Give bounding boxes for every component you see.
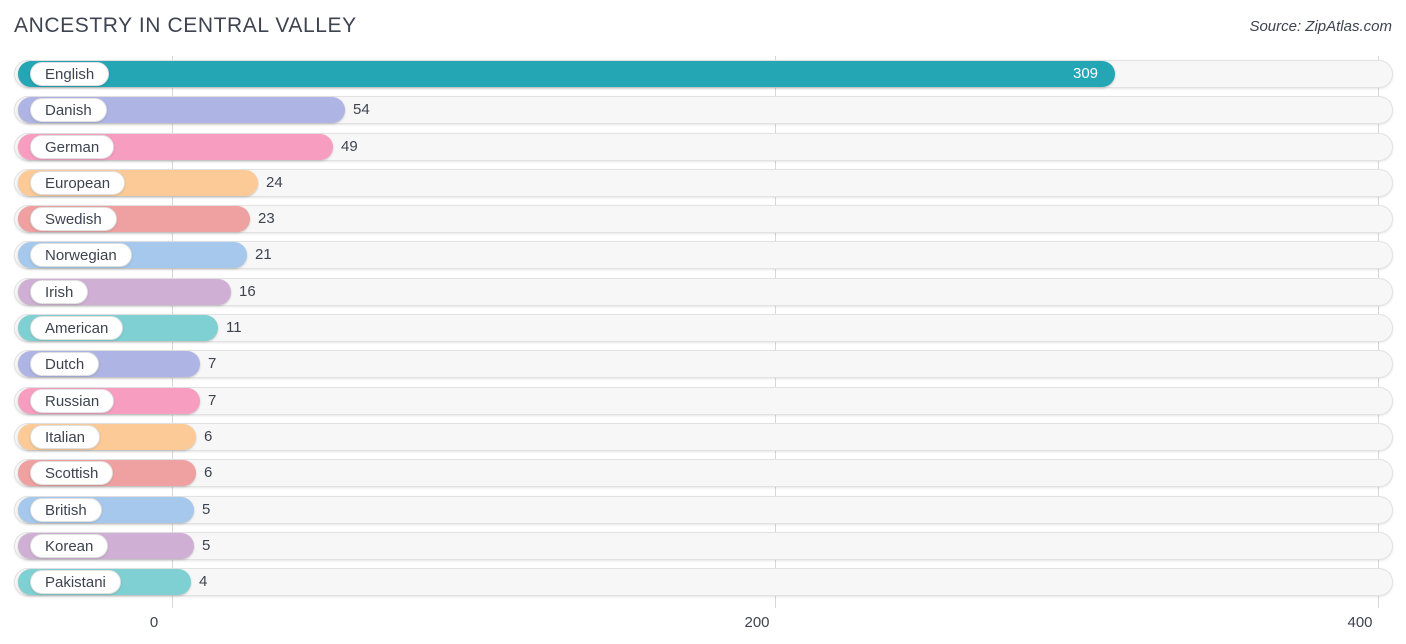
- bar-value-label: 21: [255, 246, 272, 264]
- bar-value-label: 11: [226, 319, 242, 337]
- axis-tick-label: 0: [149, 614, 159, 631]
- bar-value-label: 6: [204, 427, 213, 445]
- bar-row[interactable]: English 309: [0, 56, 1406, 92]
- bar-category-label: Italian: [30, 424, 101, 449]
- bar-value-label: 6: [204, 464, 213, 482]
- bar-value-label: 7: [208, 391, 217, 409]
- bar-track: [14, 459, 1393, 488]
- bar-row[interactable]: Pakistani 4: [0, 564, 1406, 600]
- bar-category-label: European: [30, 170, 126, 195]
- axis-tick-label: 200: [744, 614, 770, 631]
- bar-value-label: 309: [1073, 65, 1099, 82]
- bar-value-label: 16: [239, 282, 256, 300]
- bar-category-label: Dutch: [30, 352, 100, 377]
- chart-header: ANCESTRY IN CENTRAL VALLEY Source: ZipAt…: [0, 0, 1406, 56]
- bar-category-label: Irish: [30, 279, 89, 304]
- bar-value-label: 7: [208, 355, 217, 373]
- bar-row[interactable]: Danish 54: [0, 92, 1406, 128]
- bar-row[interactable]: Irish 16: [0, 274, 1406, 310]
- bar-value-label: 49: [341, 137, 358, 155]
- bar-row[interactable]: Swedish 23: [0, 201, 1406, 237]
- bar-row[interactable]: Russian 7: [0, 383, 1406, 419]
- bar-category-label: Swedish: [30, 207, 117, 232]
- bar-track: [14, 531, 1393, 560]
- bar-category-label: Pakistani: [30, 570, 121, 595]
- bar-rows: English 309 Danish 54 German 49 European 24 Swed…: [0, 56, 1406, 600]
- bar-category-label: Korean: [30, 533, 109, 558]
- bar-track: [14, 568, 1393, 597]
- x-axis: 0 200 400: [0, 608, 1406, 644]
- bar-row[interactable]: Dutch 7: [0, 346, 1406, 382]
- bar-track: [14, 422, 1393, 451]
- bar-fill[interactable]: [18, 61, 1115, 87]
- plot-area: English 309 Danish 54 German 49 European 24 Swed…: [0, 56, 1406, 608]
- bar-category-label: English: [30, 62, 110, 86]
- bar-row[interactable]: Korean 5: [0, 528, 1406, 564]
- bar-track: [14, 495, 1393, 524]
- source-attribution: Source: ZipAtlas.com: [1249, 18, 1392, 35]
- bar-category-label: German: [30, 134, 115, 159]
- bar-value-label: 5: [202, 500, 211, 518]
- bar-category-label: American: [30, 316, 124, 341]
- bar-category-label: Danish: [30, 98, 107, 123]
- bar-value-label: 54: [353, 101, 370, 119]
- bar-value-label: 5: [202, 536, 211, 554]
- bar-track: [14, 350, 1393, 379]
- bar-category-label: Norwegian: [30, 243, 132, 268]
- axis-tick-label: 400: [1347, 614, 1373, 631]
- bar-row[interactable]: Scottish 6: [0, 455, 1406, 491]
- bar-value-label: 24: [266, 173, 283, 191]
- bar-value-label: 4: [199, 573, 208, 591]
- bar-track: [14, 386, 1393, 415]
- bar-category-label: British: [30, 497, 102, 522]
- bar-row[interactable]: Norwegian 21: [0, 237, 1406, 273]
- bar-row[interactable]: American 11: [0, 310, 1406, 346]
- bar-row[interactable]: German 49: [0, 129, 1406, 165]
- bar-row[interactable]: British 5: [0, 492, 1406, 528]
- page-title: ANCESTRY IN CENTRAL VALLEY: [14, 14, 357, 37]
- bar-category-label: Scottish: [30, 461, 114, 486]
- bar-row[interactable]: European 24: [0, 165, 1406, 201]
- bar-track: [14, 314, 1393, 343]
- bar-value-label: 23: [258, 210, 275, 228]
- bar-row[interactable]: Italian 6: [0, 419, 1406, 455]
- bar-category-label: Russian: [30, 388, 115, 413]
